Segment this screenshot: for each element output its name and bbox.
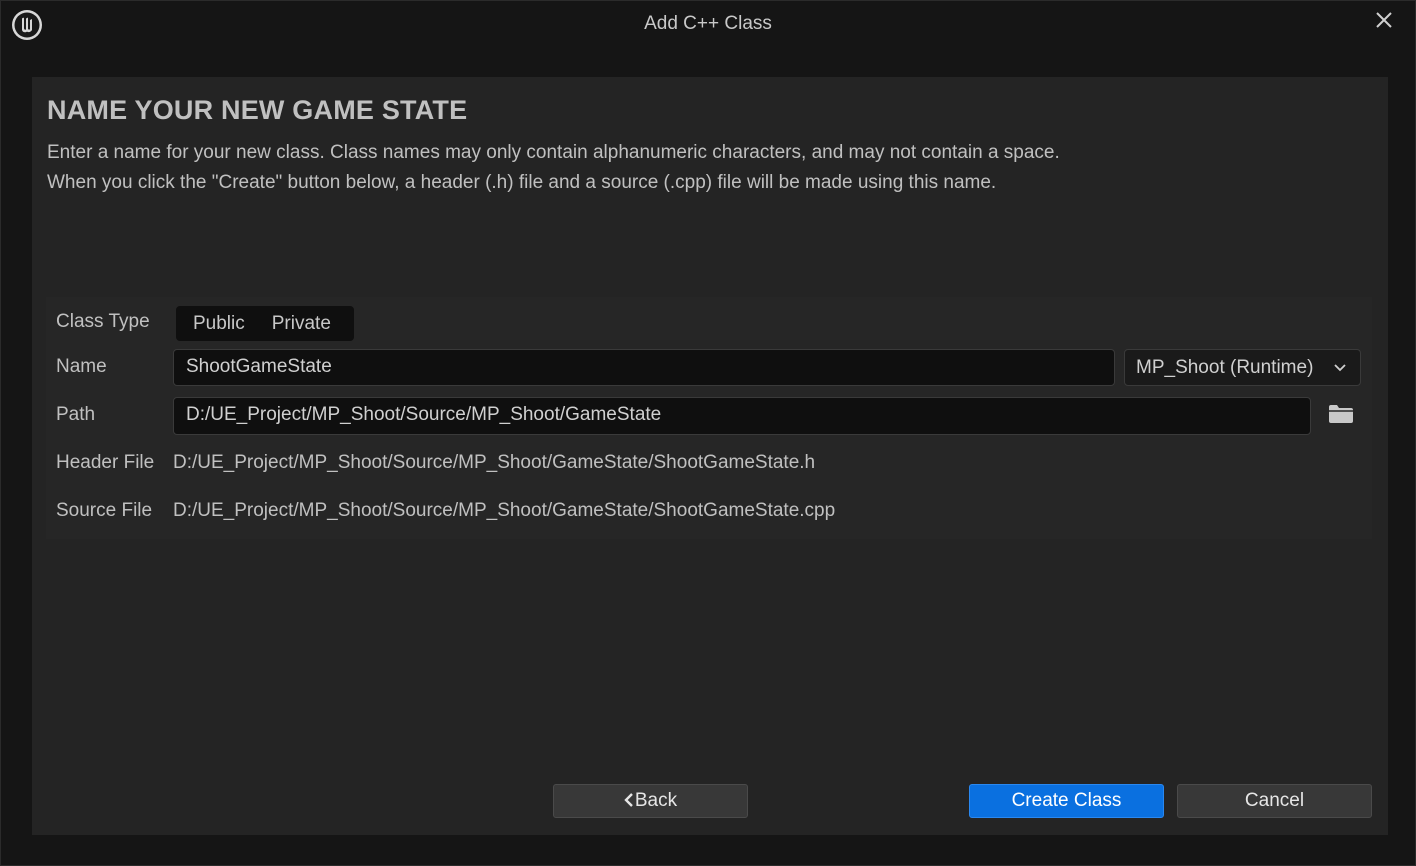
class-name-input[interactable]: ShootGameState [173,349,1115,386]
description-line-2: When you click the "Create" button below… [47,172,997,193]
chevron-down-icon [1334,364,1346,372]
main-content: NAME YOUR NEW GAME STATE Enter a name fo… [32,77,1388,835]
header-file-label: Header File [56,452,155,473]
class-type-private-option[interactable]: Private [245,306,331,341]
module-dropdown-value: MP_Shoot (Runtime) [1136,357,1314,378]
description-line-1: Enter a name for your new class. Class n… [47,142,1060,163]
header-file-path: D:/UE_Project/MP_Shoot/Source/MP_Shoot/G… [173,452,816,473]
class-form: Class Type Public Private Name ShootGame… [46,297,1372,539]
module-dropdown[interactable]: MP_Shoot (Runtime) [1124,349,1361,386]
title-bar: Add C++ Class [1,1,1415,49]
close-icon[interactable] [1373,9,1395,31]
path-label: Path [56,404,96,425]
page-heading: NAME YOUR NEW GAME STATE [47,95,468,125]
class-type-public-option[interactable]: Public [176,306,245,341]
source-file-path: D:/UE_Project/MP_Shoot/Source/MP_Shoot/G… [173,500,836,521]
path-input[interactable]: D:/UE_Project/MP_Shoot/Source/MP_Shoot/G… [173,397,1311,435]
create-class-button[interactable]: Create Class [969,784,1164,818]
name-label: Name [56,356,107,377]
window-title: Add C++ Class [644,13,772,34]
folder-icon[interactable] [1328,404,1354,424]
class-type-toggle: Public Private [176,306,354,341]
back-button-label: Back [634,790,678,811]
class-type-label: Class Type [56,311,150,332]
cancel-button[interactable]: Cancel [1177,784,1372,818]
source-file-label: Source File [56,500,153,521]
chevron-left-icon [624,793,633,807]
add-class-dialog: Add C++ Class NAME YOUR NEW GAME STATE E… [0,0,1416,866]
back-button[interactable]: Back [553,784,748,818]
